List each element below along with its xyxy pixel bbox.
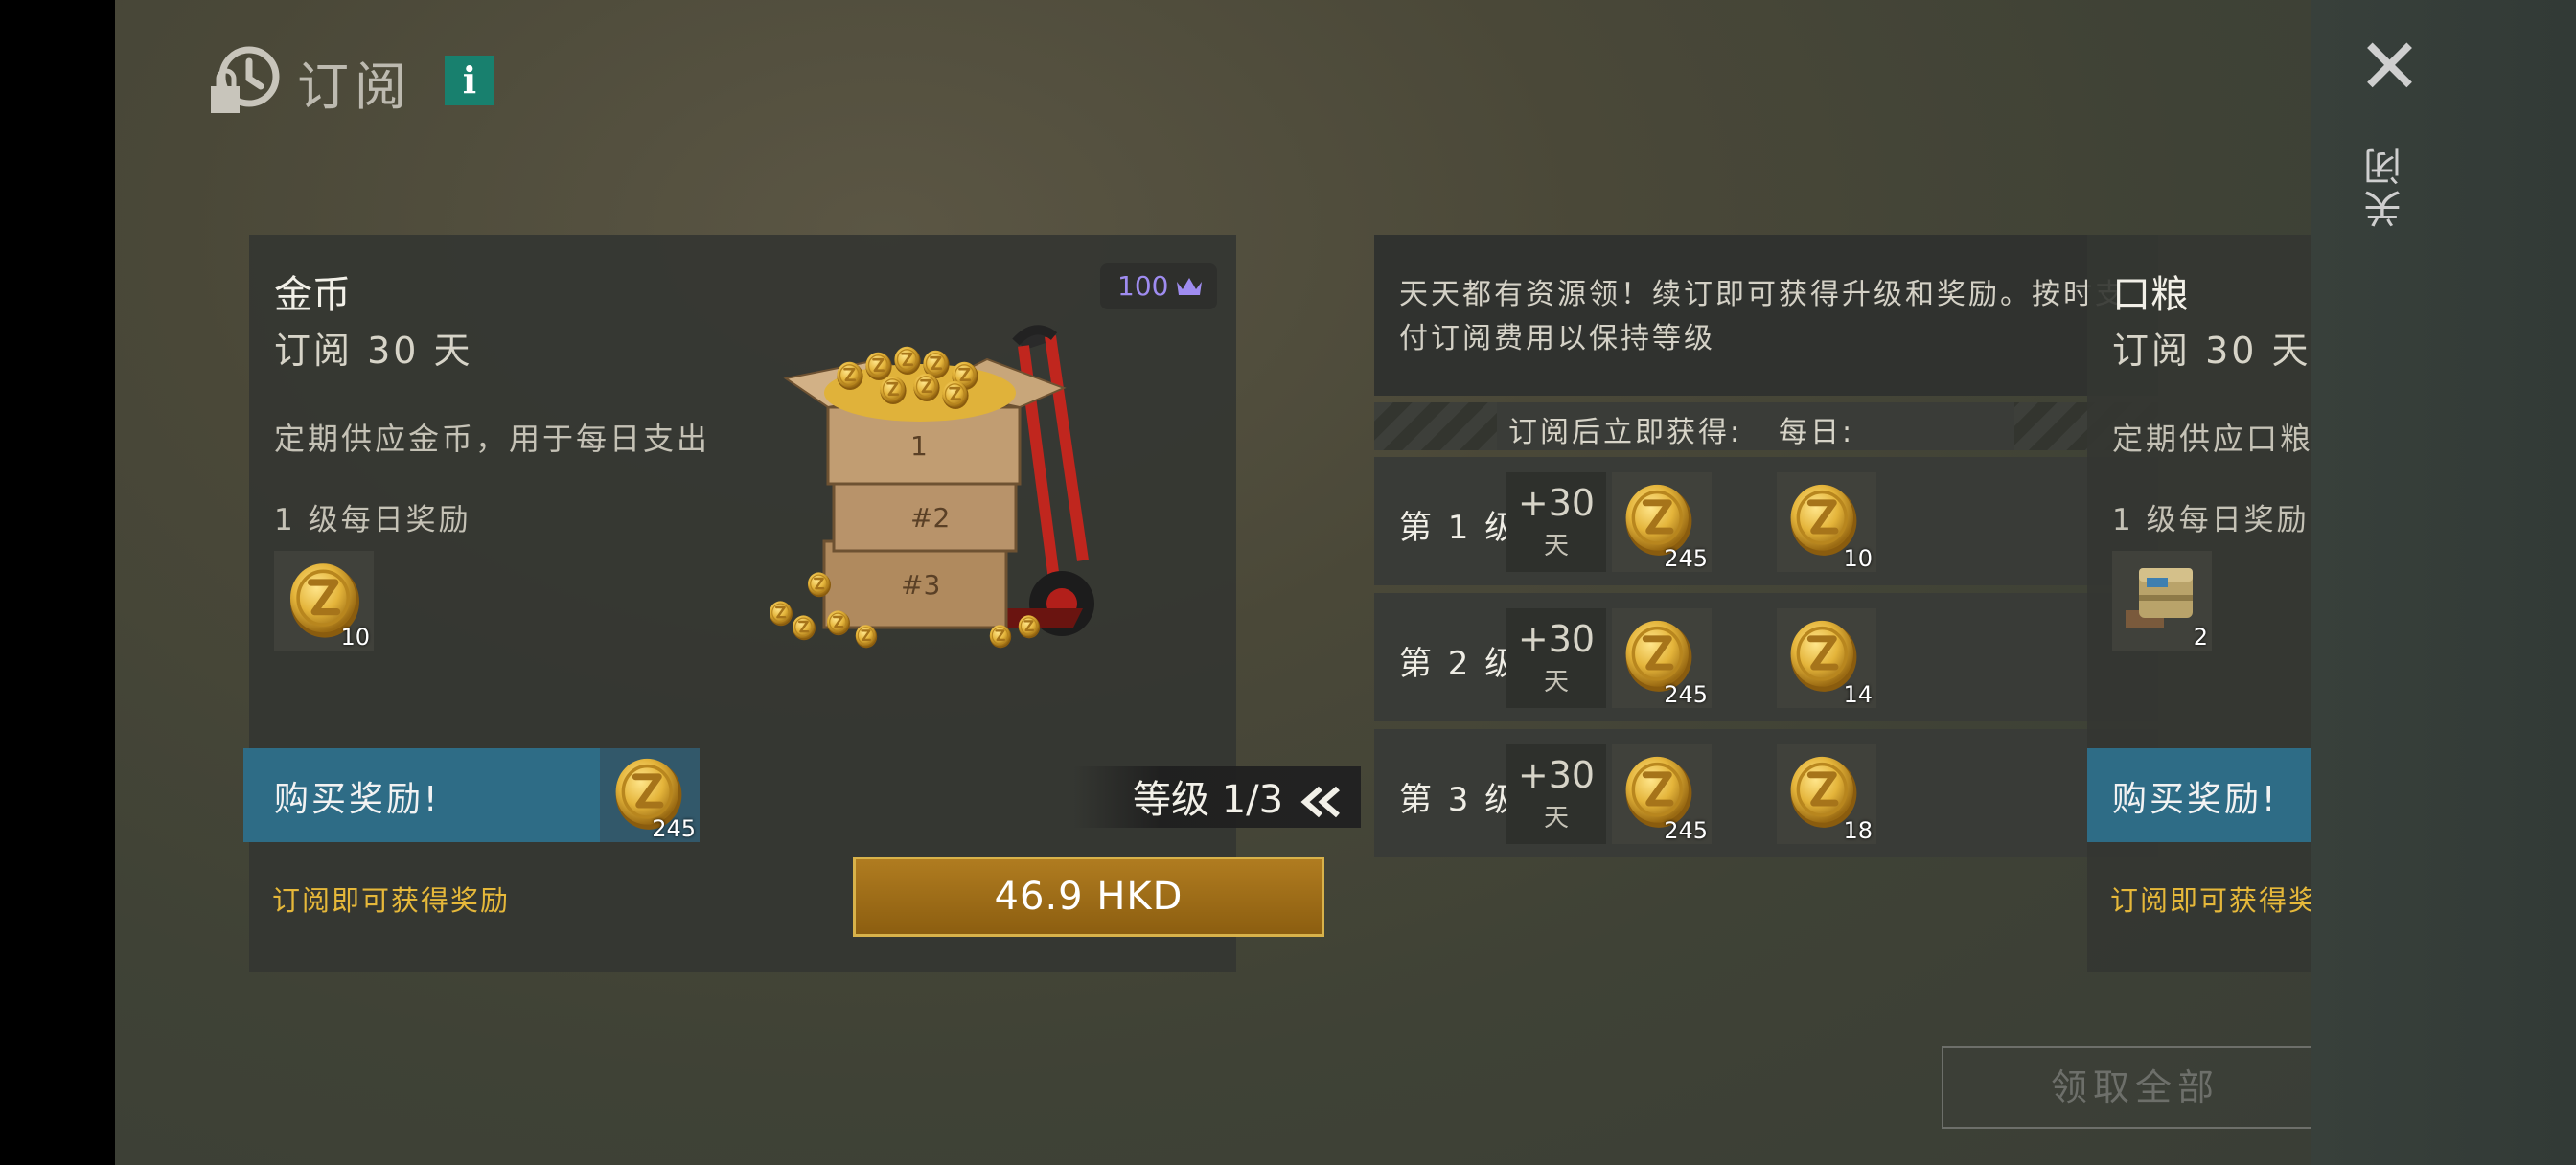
subscription-screen: 订阅 i 金币 订阅 30 天 定期供应金币，用于每日支出 1 级每日奖励 10… xyxy=(115,0,2312,1165)
daily-reward-item[interactable]: 18 xyxy=(1777,744,1876,844)
tier-table-header xyxy=(1374,402,2158,450)
days-number: +30 xyxy=(1517,482,1596,524)
daily-reward-item[interactable]: 10 xyxy=(1777,472,1876,572)
gold-cart-illustration: #3 #2 1 xyxy=(768,325,1094,650)
vip-points-value: 100 xyxy=(1117,270,1169,302)
card-description: 定期供应口粮 xyxy=(2112,421,2312,457)
days-slot: +30 天 xyxy=(1506,472,1606,572)
card-description: 定期供应金币，用于每日支出 xyxy=(274,421,711,457)
daily-reward-item[interactable]: 10 xyxy=(274,551,374,651)
tier-label: 第 2 级 xyxy=(1399,645,1521,683)
daily-reward-label: 1 级每日奖励 xyxy=(274,503,472,537)
buy-reward-label: 购买奖励! xyxy=(274,780,441,819)
level-indicator[interactable]: 等级 1/3 xyxy=(1133,768,1342,824)
close-panel xyxy=(2312,0,2576,1165)
svg-text:#2: #2 xyxy=(910,502,950,534)
subscribe-note: 订阅即可获得奖 xyxy=(2110,884,2312,917)
instant-reward-item[interactable]: 245 xyxy=(1612,744,1712,844)
vip-points-badge: 100 xyxy=(1100,263,1217,309)
subscribe-note: 订阅即可获得奖励 xyxy=(272,884,511,917)
days-slot: +30 天 xyxy=(1506,608,1606,708)
card-subtitle: 订阅 30 天 xyxy=(2112,330,2312,372)
svg-text:1: 1 xyxy=(910,430,928,462)
instant-reward-header: 订阅后立即获得: xyxy=(1508,416,1743,449)
double-chevron-left-icon xyxy=(1300,786,1340,818)
level-label: 等级 1/3 xyxy=(1133,778,1284,822)
crown-icon xyxy=(1177,278,1202,295)
close-label[interactable]: 关闭 xyxy=(2364,144,2413,228)
info-button[interactable]: i xyxy=(445,56,494,105)
days-unit: 天 xyxy=(1543,668,1569,697)
tier-label: 第 1 级 xyxy=(1399,509,1521,547)
days-number: +30 xyxy=(1517,754,1596,796)
item-count: 245 xyxy=(1664,545,1708,572)
close-icon[interactable]: ✕ xyxy=(2358,29,2422,105)
tier-row-3: 第 3 级 +30 天 245 18 xyxy=(1374,729,2158,857)
days-number: +30 xyxy=(1517,618,1596,660)
tier-row-1: 第 1 级 +30 天 245 10 xyxy=(1374,457,2158,585)
buy-reward-item[interactable]: 245 xyxy=(600,748,700,842)
item-count: 2 xyxy=(2193,624,2208,651)
buy-reward-bar: 购买奖励! xyxy=(243,748,600,842)
item-count: 245 xyxy=(1664,817,1708,844)
buy-reward-label: 购买奖励! xyxy=(2112,780,2279,819)
daily-reward-item[interactable]: 14 xyxy=(1777,608,1876,708)
subscription-clock-icon xyxy=(211,46,280,113)
card-subtitle: 订阅 30 天 xyxy=(274,330,473,372)
page-title: 订阅 xyxy=(297,57,412,117)
tier-row-2: 第 2 级 +30 天 245 14 xyxy=(1374,593,2158,721)
ration-subscription-card[interactable]: 口粮 订阅 30 天 定期供应口粮 1 级每日奖励 2 购买奖励! 订阅即可获得… xyxy=(2087,235,2312,972)
claim-all-button[interactable]: 领取全部 xyxy=(1942,1046,2312,1129)
item-count: 18 xyxy=(1843,817,1873,844)
daily-reward-label: 1 级每日奖励 xyxy=(2112,503,2310,537)
daily-reward-item[interactable]: 2 xyxy=(2112,551,2212,651)
ration-crate-icon xyxy=(2126,568,2193,628)
instant-reward-item[interactable]: 245 xyxy=(1612,608,1712,708)
card-title: 口粮 xyxy=(2112,273,2189,317)
card-title: 金币 xyxy=(274,273,351,317)
days-unit: 天 xyxy=(1543,532,1569,560)
item-count: 10 xyxy=(340,624,370,651)
left-letterbox xyxy=(0,0,115,1165)
info-text: 天天都有资源领！续订即可获得升级和奖励。按时支付订阅费用以保持等级 xyxy=(1399,278,2127,355)
purchase-price-button[interactable]: 46.9 HKD xyxy=(853,857,1324,937)
item-count: 245 xyxy=(1664,681,1708,708)
item-count: 14 xyxy=(1843,681,1873,708)
subscription-info-box: 天天都有资源领！续订即可获得升级和奖励。按时支付订阅费用以保持等级 xyxy=(1374,235,2158,396)
item-count: 10 xyxy=(1843,545,1873,572)
days-unit: 天 xyxy=(1543,804,1569,833)
svg-text:#3: #3 xyxy=(901,569,940,601)
instant-reward-item[interactable]: 245 xyxy=(1612,472,1712,572)
days-slot: +30 天 xyxy=(1506,744,1606,844)
daily-reward-header: 每日: xyxy=(1779,416,1855,449)
tier-label: 第 3 级 xyxy=(1399,781,1521,819)
item-count: 245 xyxy=(652,815,696,842)
buy-reward-bar: 购买奖励! xyxy=(2087,748,2312,842)
